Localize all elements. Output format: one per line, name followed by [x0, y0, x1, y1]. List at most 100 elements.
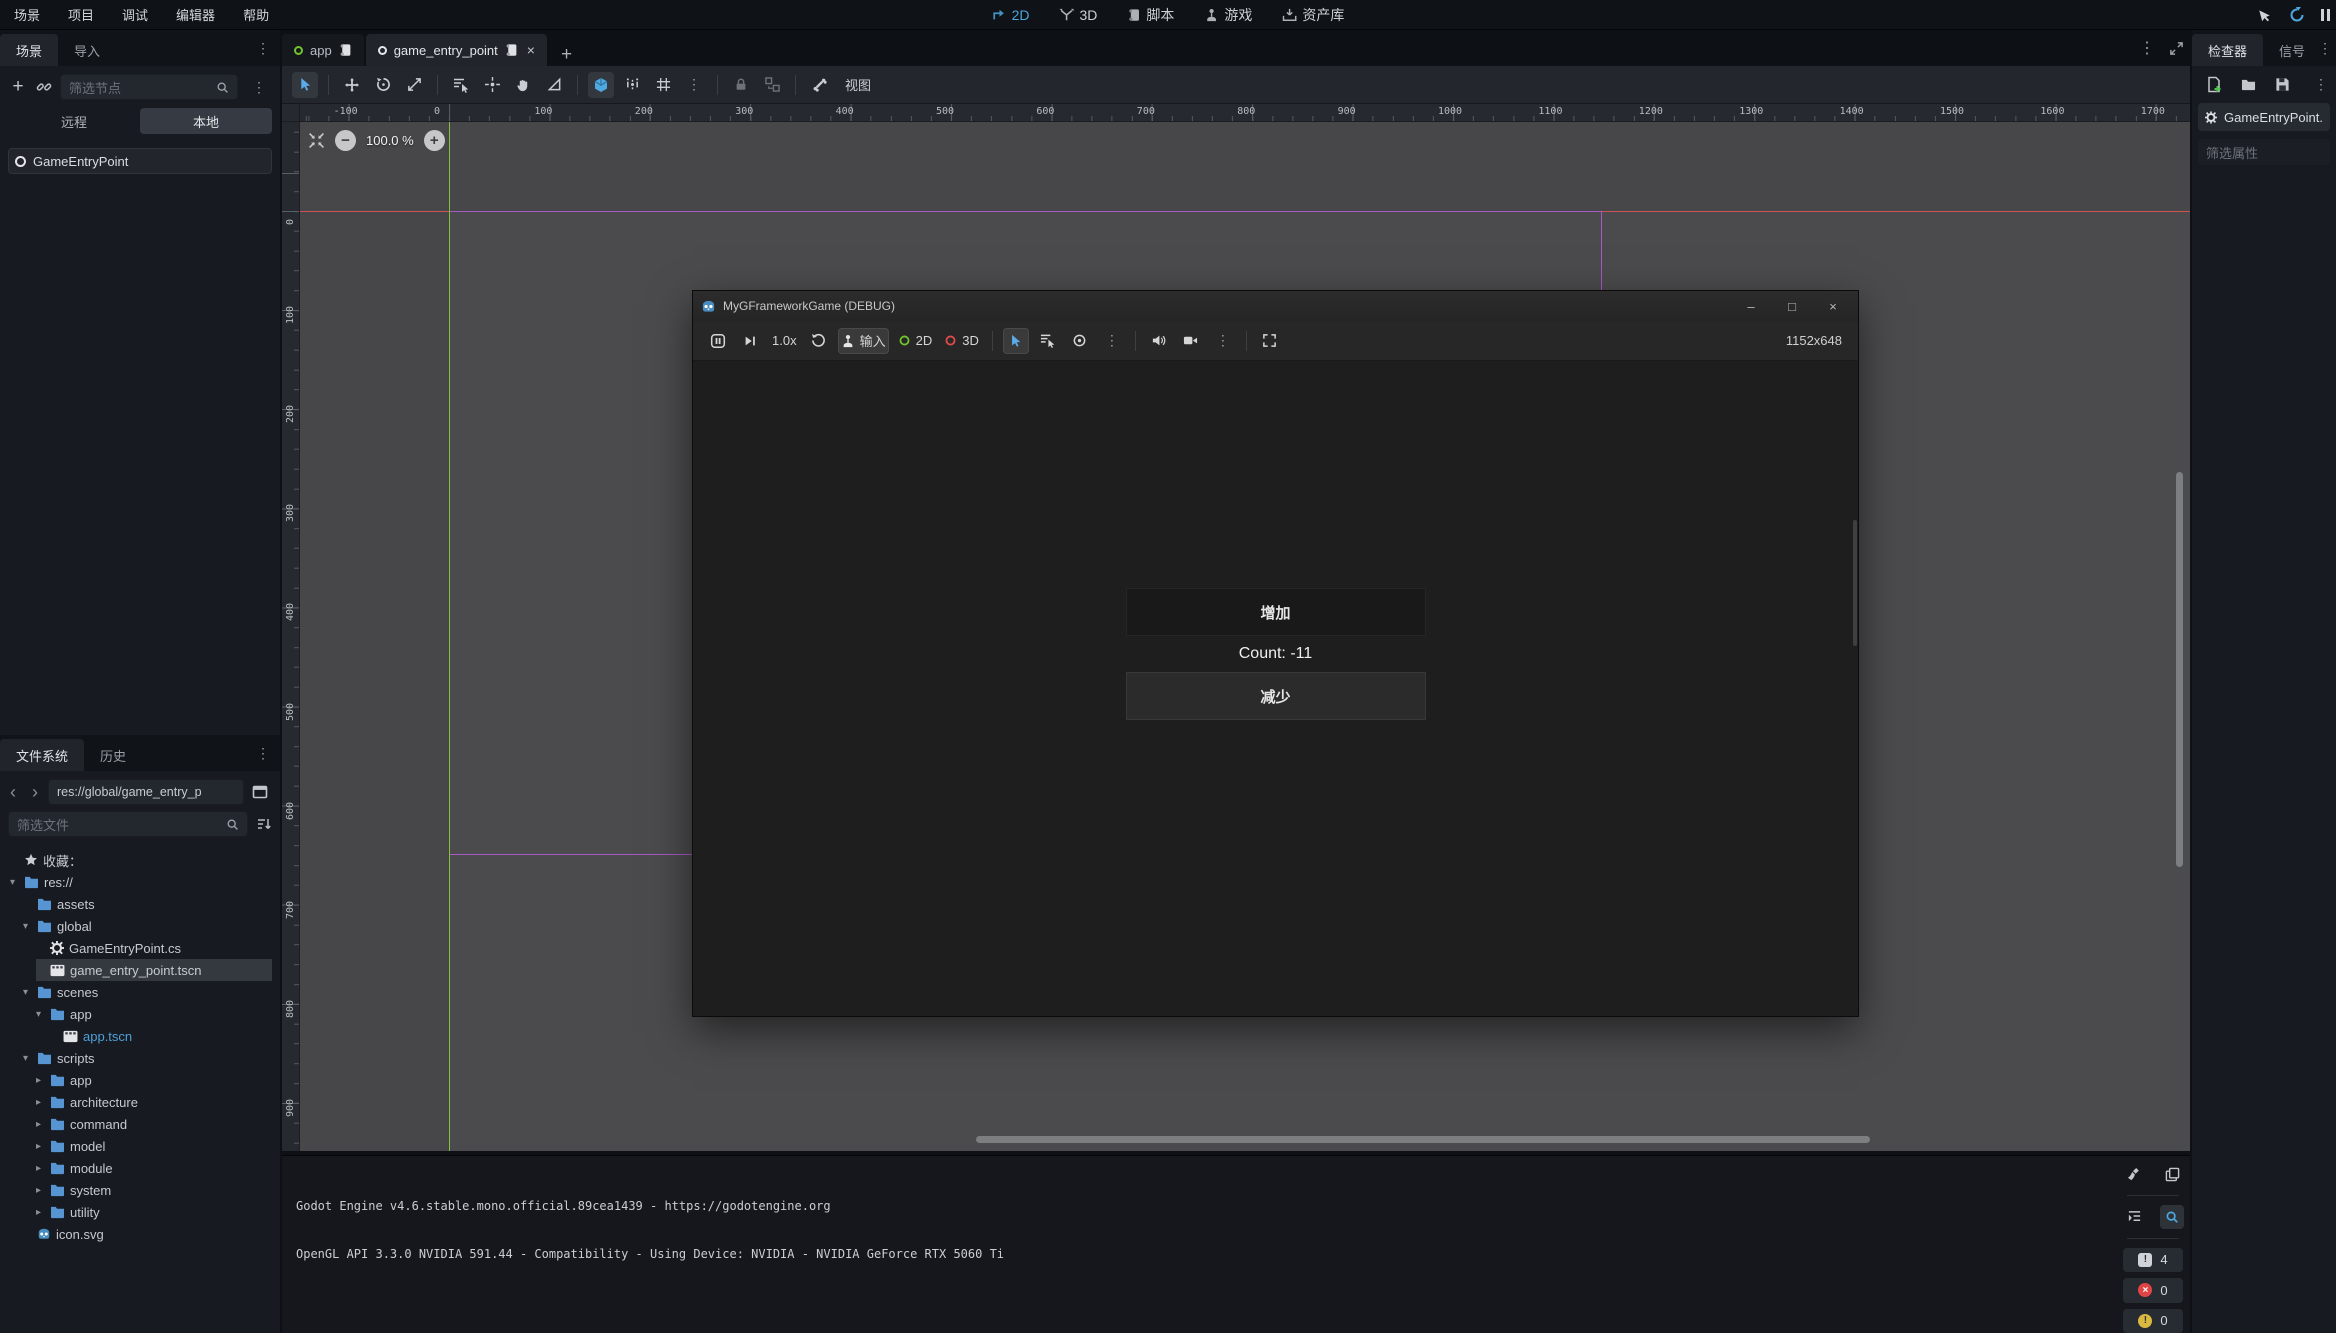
group-selected-icon[interactable] [759, 72, 785, 98]
grid-snap-toggle[interactable] [619, 72, 645, 98]
expand-arrow-icon[interactable]: ▸ [32, 1207, 45, 1218]
local-button[interactable]: 本地 [140, 108, 272, 134]
list-select-tool[interactable] [448, 72, 474, 98]
tree-item-system[interactable]: ▸system [0, 1179, 278, 1201]
pivot-tool[interactable] [479, 72, 505, 98]
tree-item-[interactable]: 收藏： [0, 849, 278, 871]
expand-arrow-icon[interactable]: ▾ [6, 877, 19, 888]
filter-properties-input[interactable]: 筛选属性 [2198, 139, 2330, 165]
menu-debug[interactable]: 调试 [108, 0, 162, 30]
expand-viewport-icon[interactable] [2169, 41, 2184, 56]
tab-history[interactable]: 历史 [84, 739, 142, 771]
select-tool[interactable] [292, 72, 318, 98]
error-count-badge[interactable]: × 0 [2123, 1278, 2183, 1302]
overflow-menu-icon[interactable]: ⋮ [250, 745, 276, 762]
horizontal-scrollbar[interactable] [976, 1136, 1870, 1143]
lock-selected-icon[interactable] [728, 72, 754, 98]
tree-item-app[interactable]: ▸app [0, 1069, 278, 1091]
close-tab-icon[interactable]: × [525, 42, 535, 58]
tree-item-model[interactable]: ▸model [0, 1135, 278, 1157]
debug-2d-toggle[interactable]: 2D [895, 328, 936, 354]
add-node-button[interactable]: + [8, 76, 28, 98]
menu-project[interactable]: 项目 [54, 0, 108, 30]
expand-arrow-icon[interactable]: ▸ [32, 1141, 45, 1152]
zoom-out-button[interactable]: − [335, 130, 356, 151]
expand-arrow-icon[interactable]: ▸ [32, 1075, 45, 1086]
overflow-menu-icon[interactable]: ⋮ [250, 40, 276, 57]
close-window-button[interactable]: × [1816, 294, 1850, 318]
new-scene-tab-button[interactable]: + [549, 44, 584, 66]
tree-item-module[interactable]: ▸module [0, 1157, 278, 1179]
tree-item-utility[interactable]: ▸utility [0, 1201, 278, 1223]
nav-forward-icon[interactable]: › [26, 782, 44, 803]
resource-menu-icon[interactable]: ⋮ [2308, 76, 2334, 93]
save-resource-icon[interactable] [2275, 77, 2290, 92]
interact-cursor-icon[interactable] [2256, 6, 2274, 24]
remote-button[interactable]: 远程 [8, 108, 140, 134]
filter-nodes-input[interactable]: 筛选节点 [60, 74, 238, 100]
tree-item-icon.svg[interactable]: icon.svg [0, 1223, 278, 1245]
tree-item-scripts[interactable]: ▾scripts [0, 1047, 278, 1069]
expand-arrow-icon[interactable]: ▾ [32, 1009, 45, 1020]
edited-resource-row[interactable]: GameEntryPoint. [2198, 103, 2330, 131]
ruler-tool[interactable] [541, 72, 567, 98]
suspend-game-icon[interactable] [705, 328, 731, 354]
tree-item-scenes[interactable]: ▾scenes [0, 981, 278, 1003]
expand-arrow-icon[interactable]: ▸ [32, 1097, 45, 1108]
input-passthrough-toggle[interactable]: 输入 [838, 328, 889, 354]
game-window-titlebar[interactable]: MyGFrameworkGame (DEBUG) – □ × [693, 291, 1858, 321]
tree-item-assets[interactable]: assets [0, 893, 278, 915]
skeleton-options-icon[interactable] [806, 72, 832, 98]
tab-scene[interactable]: 场景 [0, 34, 58, 66]
grid-toggle[interactable] [650, 72, 676, 98]
pause-game-icon[interactable] [2321, 9, 2330, 21]
warning-count-badge[interactable]: ! 0 [2123, 1309, 2183, 1333]
expand-arrow-icon[interactable]: ▸ [32, 1119, 45, 1130]
new-resource-icon[interactable] [2206, 76, 2222, 93]
rotate-tool[interactable] [370, 72, 396, 98]
center-view-icon[interactable] [308, 132, 325, 149]
scene-tree-menu-icon[interactable]: ⋮ [246, 79, 272, 96]
filter-files-input[interactable]: 筛选文件 [8, 811, 248, 837]
tree-item-res[interactable]: ▾res:// [0, 871, 278, 893]
pan-tool[interactable] [510, 72, 536, 98]
overflow-menu-icon[interactable]: ⋮ [2312, 40, 2336, 57]
speed-multiplier[interactable]: 1.0x [769, 328, 800, 354]
expand-arrow-icon[interactable]: ▾ [19, 921, 32, 932]
maximize-window-button[interactable]: □ [1775, 294, 1809, 318]
tab-inspector[interactable]: 检查器 [2192, 34, 2263, 66]
move-tool[interactable] [339, 72, 365, 98]
tree-item-GameEntryPoint.cs[interactable]: GameEntryPoint.cs [0, 937, 278, 959]
scene-tab-app[interactable]: app [282, 34, 364, 66]
camera-options-menu-icon[interactable]: ⋮ [1210, 332, 1236, 349]
selection-options-menu-icon[interactable]: ⋮ [1099, 332, 1125, 349]
tab-filesystem[interactable]: 文件系统 [0, 739, 84, 771]
zoom-percentage[interactable]: 100.0 % [366, 133, 414, 148]
next-frame-icon[interactable] [737, 328, 763, 354]
tree-item-global[interactable]: ▾global [0, 915, 278, 937]
debug-3d-toggle[interactable]: 3D [941, 328, 982, 354]
scale-tool[interactable] [401, 72, 427, 98]
smart-snap-toggle[interactable] [588, 72, 614, 98]
tree-item-app.tscn[interactable]: app.tscn [0, 1025, 278, 1047]
scene-root-node[interactable]: GameEntryPoint [8, 148, 272, 174]
clear-output-icon[interactable] [2122, 1162, 2146, 1186]
game-scrollbar[interactable] [1853, 520, 1857, 646]
path-field[interactable]: res://global/game_entry_p [48, 779, 244, 805]
scene-tab-game-entry-point[interactable]: game_entry_point × [366, 34, 547, 66]
snap-options-menu-icon[interactable]: ⋮ [681, 76, 707, 93]
workspace-game[interactable]: 游戏 [1194, 0, 1262, 30]
expand-arrow-icon[interactable]: ▾ [19, 987, 32, 998]
expand-arrow-icon[interactable]: ▸ [32, 1163, 45, 1174]
increase-button[interactable]: 增加 [1126, 588, 1426, 636]
runtime-select-tool[interactable] [1003, 328, 1029, 354]
reset-speed-icon[interactable] [806, 328, 832, 354]
game-viewport[interactable]: 增加 Count: -11 减少 [693, 361, 1858, 1016]
view-menu-button[interactable]: 视图 [837, 75, 879, 94]
workspace-2d[interactable]: 2D [982, 0, 1040, 30]
tree-item-gameentrypoint.tscn[interactable]: game_entry_point.tscn [0, 959, 278, 981]
tab-import[interactable]: 导入 [58, 34, 116, 66]
menu-help[interactable]: 帮助 [229, 0, 283, 30]
copy-output-icon[interactable] [2160, 1162, 2184, 1186]
tree-item-command[interactable]: ▸command [0, 1113, 278, 1135]
